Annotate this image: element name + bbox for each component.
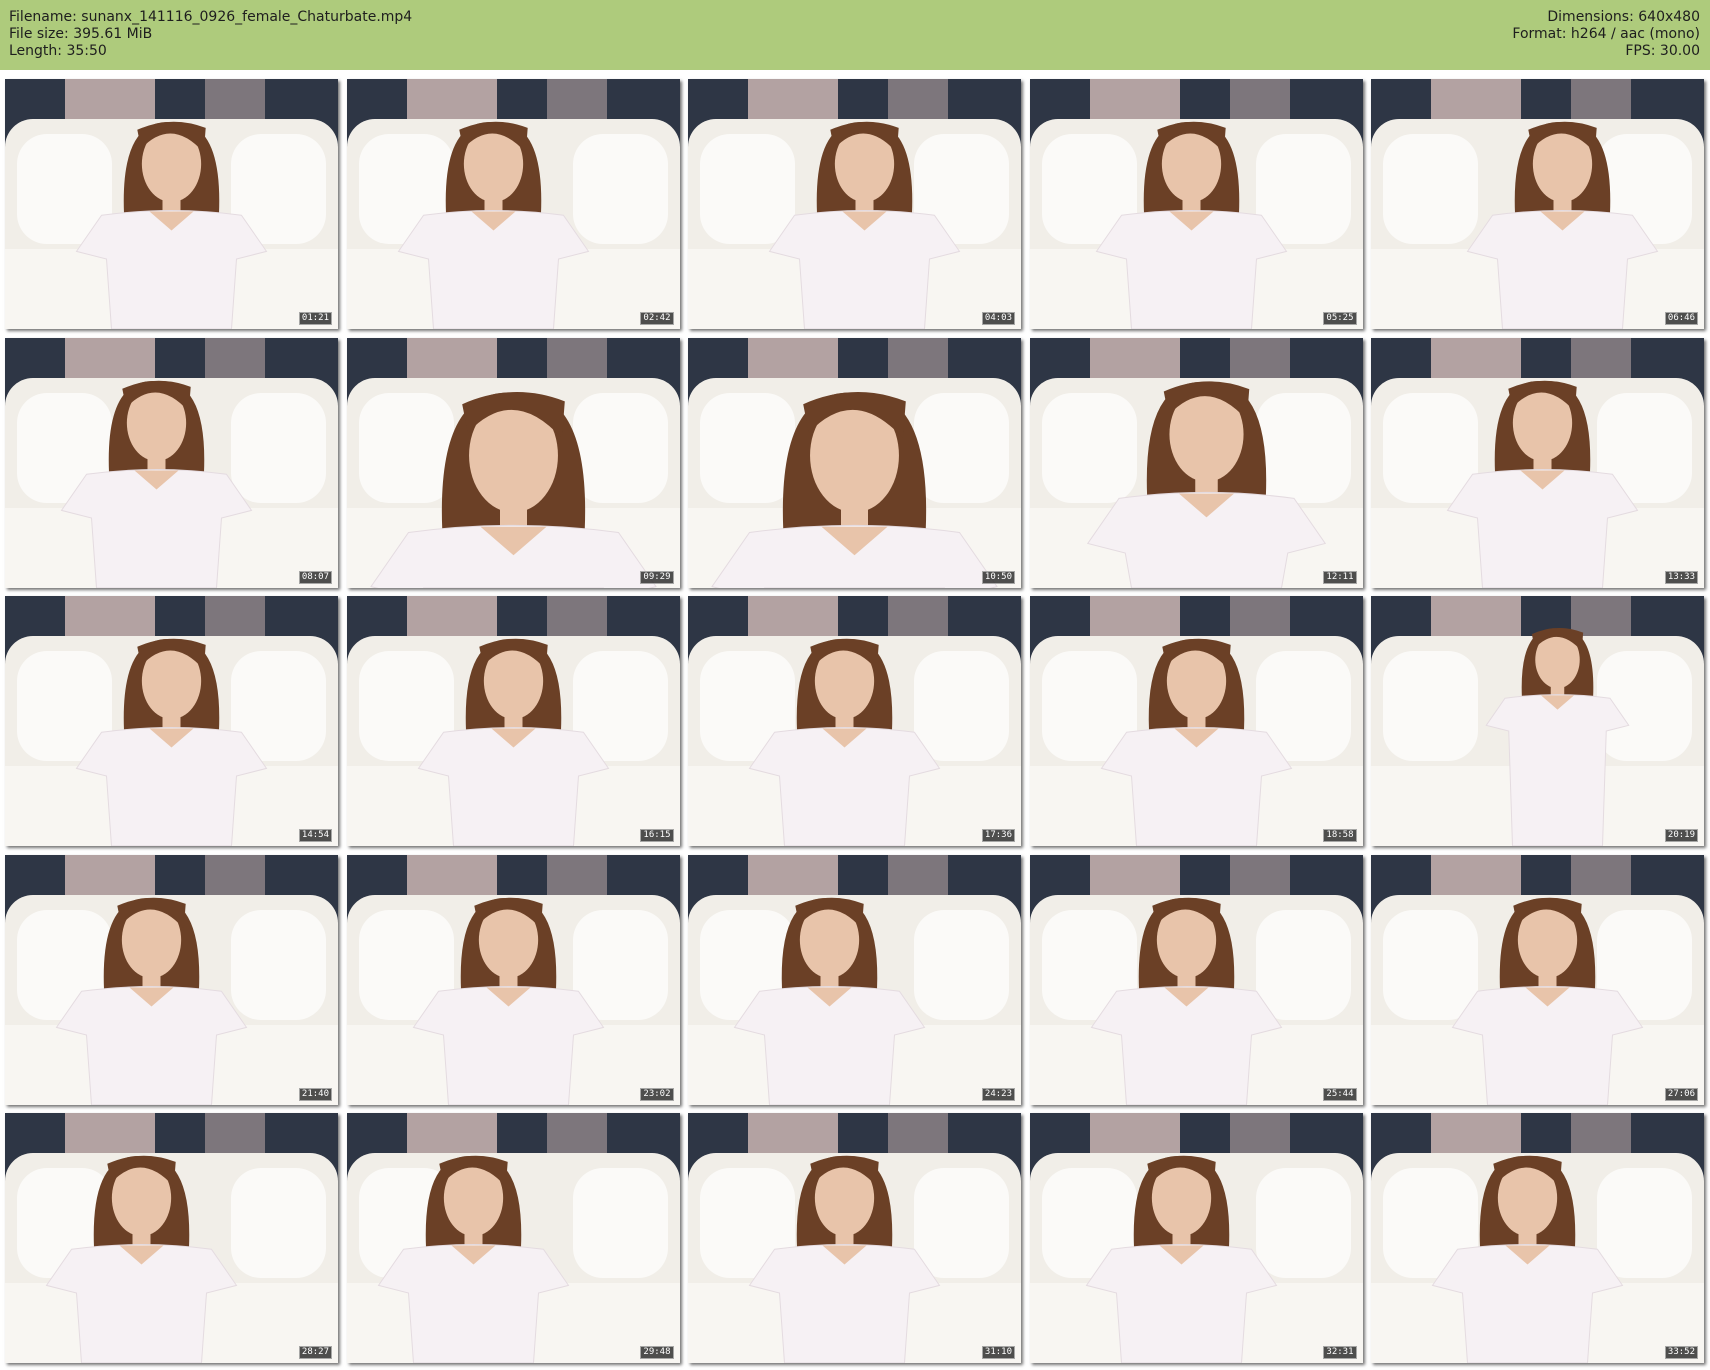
timestamp-label: 23:02 — [640, 1087, 674, 1101]
video-thumbnail: 08:07 — [5, 337, 338, 588]
frame-image — [5, 596, 338, 846]
video-thumbnail: 27:06 — [1371, 854, 1704, 1105]
dimensions-text: Dimensions: 640x480 — [1547, 9, 1700, 25]
thumbnail-grid: 01:21 02:42 04:03 05:25 06:46 08:07 09:29 10:50… — [5, 79, 1705, 1364]
timestamp-label: 27:06 — [1664, 1087, 1698, 1101]
frame-image — [1029, 854, 1363, 1105]
frame-image — [5, 1113, 338, 1363]
timestamp-label: 33:52 — [1664, 1346, 1698, 1359]
timestamp-label: 06:46 — [1664, 312, 1698, 325]
timestamp-label: 29:48 — [640, 1346, 674, 1359]
video-thumbnail: 25:44 — [1029, 854, 1363, 1105]
video-thumbnail: 28:27 — [5, 1113, 338, 1363]
frame-image — [1029, 1113, 1363, 1363]
timestamp-label: 24:23 — [981, 1087, 1015, 1101]
video-thumbnail: 20:19 — [1371, 596, 1704, 846]
timestamp-label: 09:29 — [640, 570, 674, 584]
frame-image — [346, 79, 680, 329]
timestamp-label: 13:33 — [1664, 570, 1698, 584]
filesize-text: File size: 395.61 MiB — [9, 26, 153, 42]
video-thumbnail: 13:33 — [1371, 337, 1704, 588]
timestamp-label: 14:54 — [298, 829, 332, 842]
timestamp-label: 01:21 — [298, 312, 332, 325]
frame-image — [1371, 337, 1704, 588]
frame-image — [688, 854, 1021, 1105]
format-text: Format: h264 / aac (mono) — [1512, 26, 1700, 42]
video-thumbnail: 14:54 — [5, 596, 338, 846]
frame-image — [688, 1113, 1021, 1363]
filename-text: Filename: sunanx_141116_0926_female_Chat… — [9, 9, 413, 25]
video-thumbnail: 17:36 — [688, 596, 1021, 846]
timestamp-label: 05:25 — [1323, 312, 1357, 325]
frame-image — [688, 337, 1021, 588]
timestamp-label: 18:58 — [1323, 829, 1357, 842]
video-thumbnail: 29:48 — [346, 1113, 680, 1363]
video-thumbnail: 31:10 — [688, 1113, 1021, 1363]
video-thumbnail: 23:02 — [346, 854, 680, 1105]
video-thumbnail: 21:40 — [5, 854, 338, 1105]
video-thumbnail: 04:03 — [688, 79, 1021, 329]
video-thumbnail: 09:29 — [346, 337, 680, 588]
video-thumbnail: 24:23 — [688, 854, 1021, 1105]
frame-image — [1029, 337, 1363, 588]
info-header: Filename: sunanx_141116_0926_female_Chat… — [0, 0, 1710, 70]
timestamp-label: 16:15 — [640, 829, 674, 842]
fps-text: FPS: 30.00 — [1625, 43, 1700, 59]
frame-image — [5, 854, 338, 1105]
length-text: Length: 35:50 — [9, 43, 107, 59]
frame-image — [5, 337, 338, 588]
timestamp-label: 25:44 — [1323, 1087, 1357, 1101]
timestamp-label: 17:36 — [981, 829, 1015, 842]
frame-image — [5, 79, 338, 329]
video-thumbnail: 32:31 — [1029, 1113, 1363, 1363]
video-thumbnail: 05:25 — [1029, 79, 1363, 329]
frame-image — [1371, 596, 1704, 846]
frame-image — [1029, 79, 1363, 329]
video-thumbnail: 18:58 — [1029, 596, 1363, 846]
video-thumbnail: 10:50 — [688, 337, 1021, 588]
timestamp-label: 32:31 — [1323, 1346, 1357, 1359]
frame-image — [688, 79, 1021, 329]
video-thumbnail: 06:46 — [1371, 79, 1704, 329]
frame-image — [1371, 854, 1704, 1105]
video-info: Dimensions: 640x480 Format: h264 / aac (… — [1512, 9, 1700, 60]
frame-image — [346, 1113, 680, 1363]
frame-image — [346, 596, 680, 846]
timestamp-label: 21:40 — [298, 1087, 332, 1101]
file-info: Filename: sunanx_141116_0926_female_Chat… — [9, 9, 412, 60]
timestamp-label: 31:10 — [981, 1346, 1015, 1359]
timestamp-label: 02:42 — [640, 312, 674, 325]
timestamp-label: 08:07 — [298, 570, 332, 584]
frame-image — [1371, 79, 1704, 329]
video-thumbnail: 01:21 — [5, 79, 338, 329]
timestamp-label: 28:27 — [298, 1346, 332, 1359]
timestamp-label: 10:50 — [981, 570, 1015, 584]
frame-image — [346, 854, 680, 1105]
timestamp-label: 12:11 — [1323, 570, 1357, 584]
video-thumbnail: 02:42 — [346, 79, 680, 329]
video-thumbnail: 16:15 — [346, 596, 680, 846]
timestamp-label: 20:19 — [1664, 829, 1698, 842]
frame-image — [1371, 1113, 1704, 1363]
video-thumbnail: 12:11 — [1029, 337, 1363, 588]
frame-image — [1029, 596, 1363, 846]
video-thumbnail: 33:52 — [1371, 1113, 1704, 1363]
timestamp-label: 04:03 — [981, 312, 1015, 325]
frame-image — [346, 337, 680, 588]
frame-image — [688, 596, 1021, 846]
